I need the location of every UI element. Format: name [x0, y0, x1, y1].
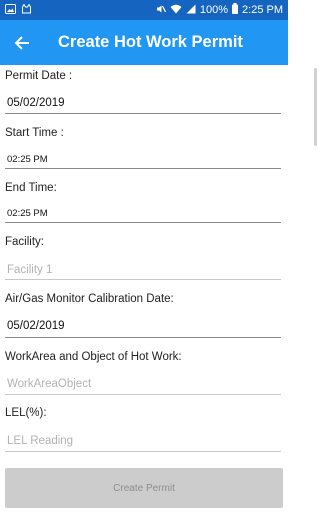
- scrollbar[interactable]: [314, 68, 317, 146]
- app-toolbar: Create Hot Work Permit: [0, 20, 288, 65]
- battery-percent: 100%: [199, 4, 229, 16]
- permit-date-field[interactable]: 05/02/2019: [7, 97, 65, 109]
- cat-icon: [21, 3, 32, 17]
- calibration-date-field[interactable]: 05/02/2019: [7, 320, 65, 332]
- facility-field[interactable]: Facility 1: [7, 264, 52, 276]
- signal-icon: [186, 4, 196, 17]
- start-time-field[interactable]: 02:25 PM: [7, 154, 48, 165]
- back-button[interactable]: [0, 20, 44, 65]
- status-bar: 100% 2:25 PM: [0, 0, 288, 20]
- permit-form: Permit Date : 05/02/2019 Start Time : 02…: [0, 65, 288, 463]
- workarea-field[interactable]: WorkAreaObject: [7, 378, 91, 390]
- end-time-field[interactable]: 02:25 PM: [7, 208, 48, 219]
- lel-field[interactable]: LEL Reading: [7, 435, 73, 447]
- facility-label: Facility:: [5, 236, 44, 248]
- end-time-underline: [5, 222, 281, 223]
- page-title: Create Hot Work Permit: [58, 33, 243, 51]
- wifi-icon: [170, 4, 182, 17]
- permit-date-label: Permit Date :: [5, 70, 73, 82]
- start-time-label: Start Time :: [5, 127, 64, 139]
- image-icon: [5, 3, 16, 17]
- end-time-label: End Time:: [5, 182, 57, 194]
- create-permit-button[interactable]: Create Permit: [5, 468, 283, 508]
- calibration-date-underline: [5, 337, 281, 338]
- arrow-left-icon: [14, 35, 29, 50]
- lel-label: LEL(%):: [5, 407, 47, 419]
- workarea-label: WorkArea and Object of Hot Work:: [5, 351, 182, 363]
- clock: 2:25 PM: [242, 4, 283, 16]
- battery-icon: [232, 3, 239, 17]
- lel-underline: [5, 451, 281, 452]
- calibration-date-label: Air/Gas Monitor Calibration Date:: [5, 293, 174, 305]
- permit-date-underline: [5, 113, 281, 114]
- facility-underline: [5, 279, 281, 280]
- start-time-underline: [5, 168, 281, 169]
- workarea-underline: [5, 394, 281, 395]
- mute-icon: [156, 4, 166, 17]
